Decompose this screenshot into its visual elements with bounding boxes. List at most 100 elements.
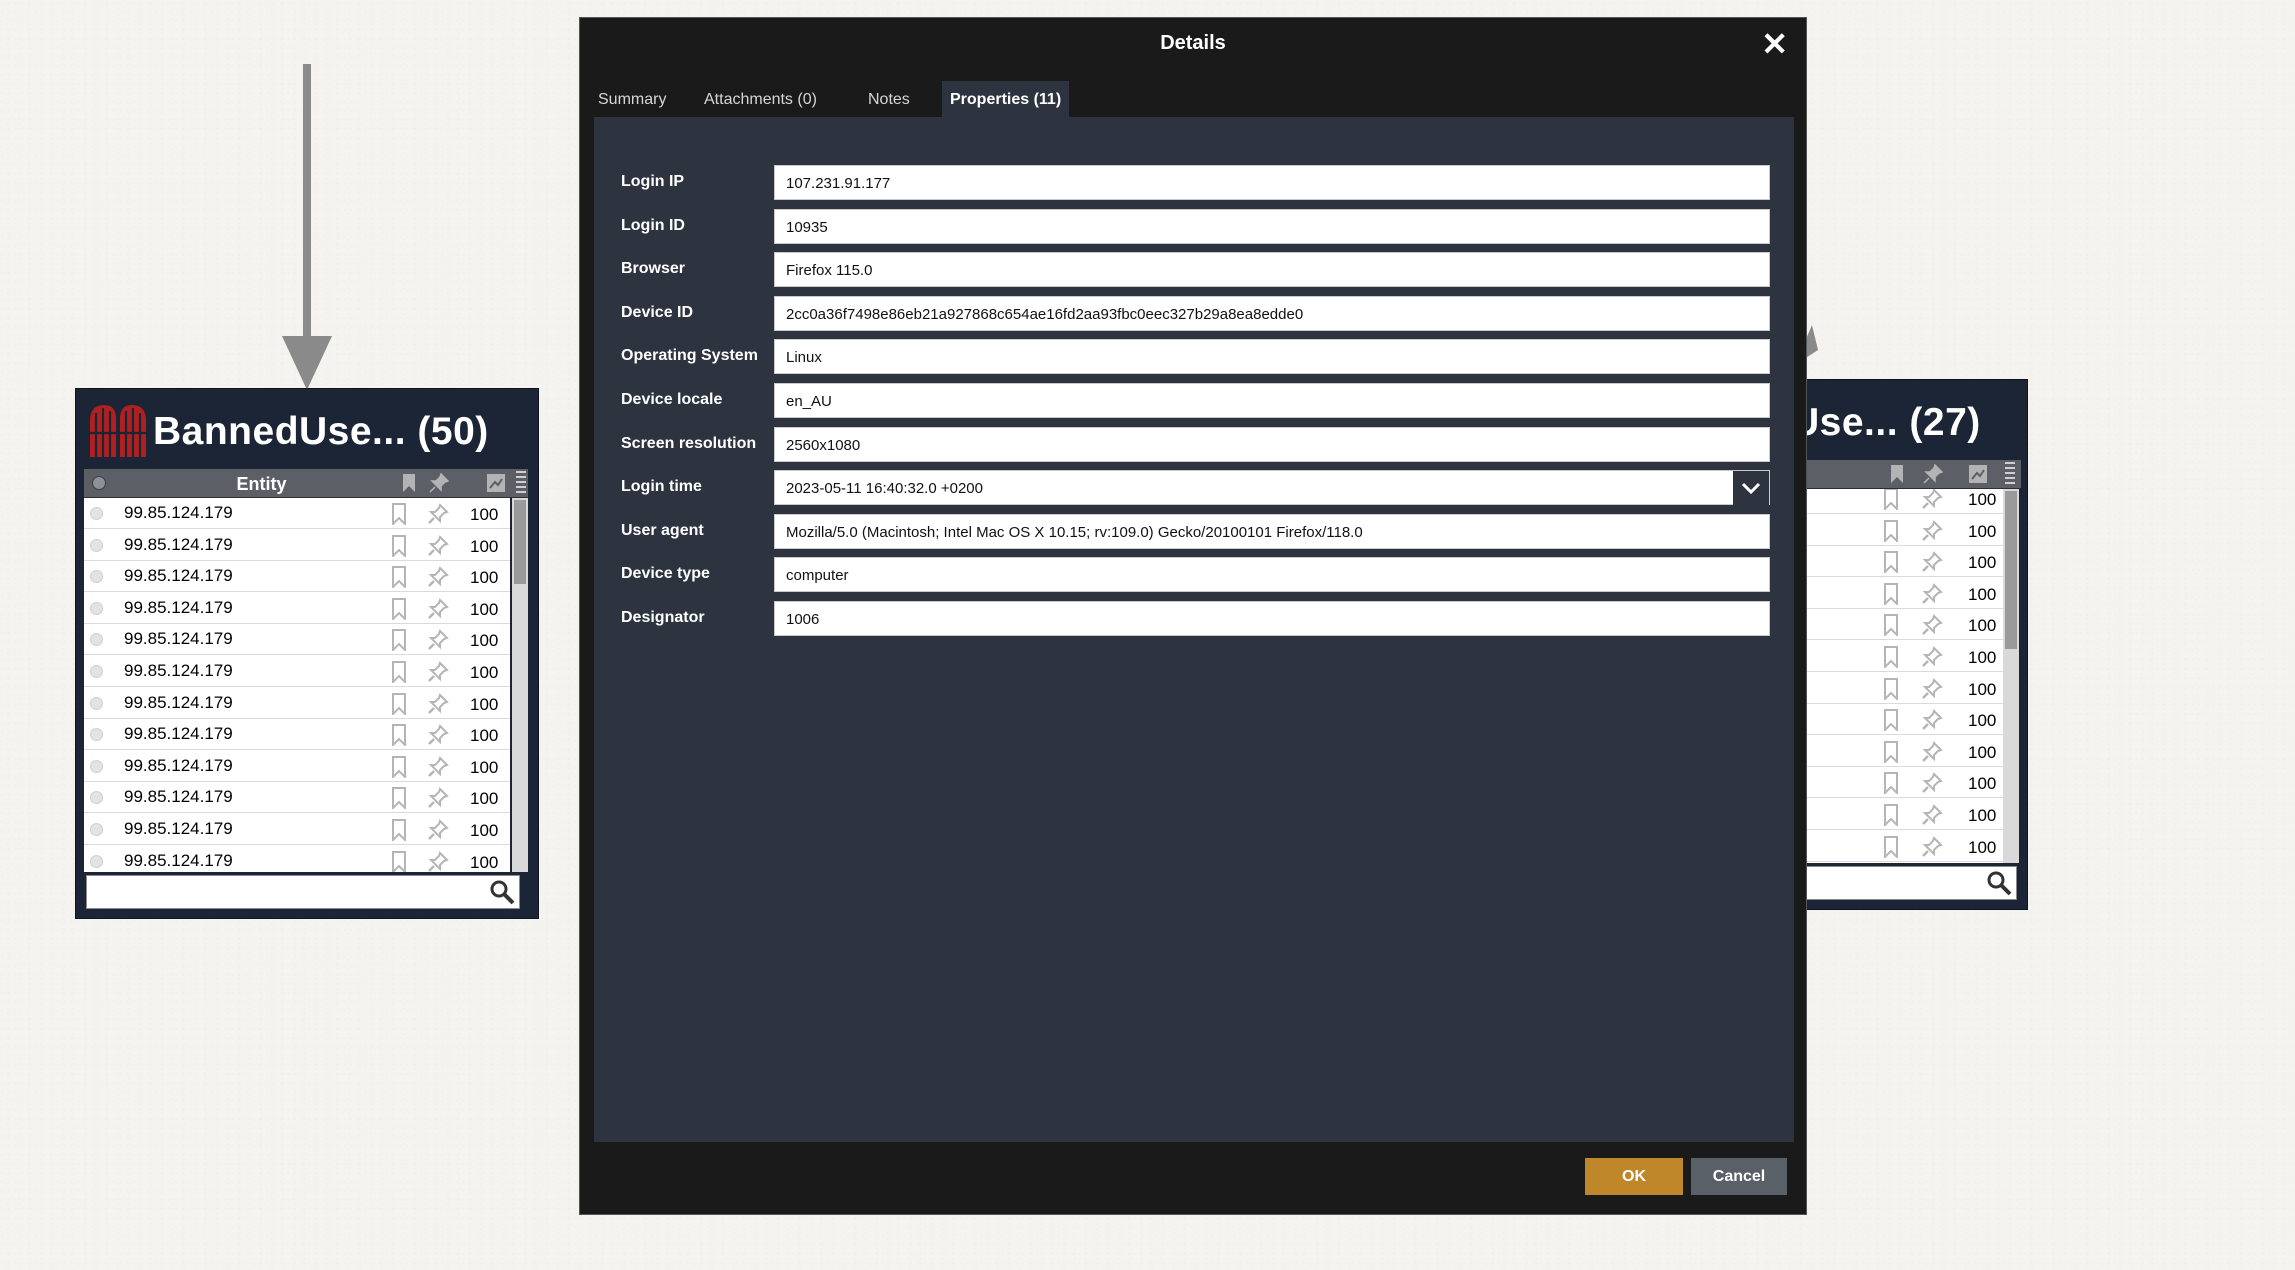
bookmark-icon[interactable] [391, 819, 407, 841]
table-row[interactable]: 99.85.124.179 100 [84, 561, 510, 593]
bookmark-icon[interactable] [1883, 709, 1899, 732]
bookmark-icon[interactable] [1883, 740, 1899, 763]
bookmark-icon[interactable] [391, 692, 407, 715]
row-select-radio[interactable] [90, 854, 103, 868]
row-select-radio[interactable] [90, 570, 103, 584]
pin-icon[interactable] [1921, 646, 1943, 668]
row-select-radio[interactable] [90, 665, 103, 678]
table-row[interactable]: 100 [1791, 736, 2003, 767]
table-row[interactable]: 100 [1791, 641, 2003, 672]
table-row[interactable]: 100 [1791, 489, 2003, 514]
bookmark-icon[interactable] [391, 503, 407, 525]
scrollbar-thumb[interactable] [2005, 491, 2017, 649]
pin-icon[interactable] [427, 629, 449, 651]
bookmark-icon[interactable] [391, 724, 407, 747]
pin-icon[interactable] [427, 503, 449, 525]
pin-icon[interactable] [1921, 551, 1943, 573]
bookmark-icon[interactable] [1883, 772, 1899, 795]
pin-icon[interactable] [427, 787, 449, 809]
pin-icon[interactable] [427, 819, 449, 841]
property-value-field[interactable]: Linux [774, 339, 1770, 375]
column-header-entity[interactable]: Entity [124, 469, 399, 499]
table-row[interactable]: 100 [1791, 799, 2003, 830]
table-row[interactable]: 100 [1791, 578, 2003, 609]
bookmark-icon[interactable] [1883, 582, 1899, 605]
property-value-field[interactable]: computer [774, 557, 1770, 593]
table-row[interactable]: 99.85.124.179 100 [84, 624, 510, 656]
pin-icon[interactable] [427, 566, 449, 588]
search-input[interactable] [1791, 866, 2017, 900]
search-icon[interactable] [1986, 870, 2012, 896]
bookmark-icon[interactable] [391, 566, 407, 589]
table-row[interactable]: 100 [1791, 609, 2003, 641]
pin-icon[interactable] [1921, 519, 1943, 542]
pin-icon[interactable] [427, 661, 449, 683]
pin-icon[interactable] [1921, 772, 1943, 794]
table-row[interactable]: 100 [1791, 515, 2003, 546]
entity-panel-banned-users[interactable]: BannedUse... (50) Entity 99.85.124.179 10… [75, 388, 539, 919]
pin-icon[interactable] [1921, 614, 1943, 636]
pin-icon[interactable] [427, 850, 449, 872]
chevron-down-icon[interactable] [1733, 471, 1769, 507]
tab-summary[interactable]: Summary [590, 81, 674, 117]
bookmark-icon[interactable] [1883, 677, 1899, 700]
cancel-button[interactable]: Cancel [1691, 1158, 1787, 1195]
row-select-radio[interactable] [90, 791, 103, 805]
bookmark-icon[interactable] [391, 787, 407, 810]
pin-column-icon[interactable] [1923, 464, 1943, 484]
bookmark-column-icon[interactable] [399, 473, 419, 493]
property-value-field[interactable]: 107.231.91.177 [774, 165, 1770, 200]
property-value-field[interactable]: 2560x1080 [774, 426, 1770, 462]
bookmark-icon[interactable] [391, 534, 407, 557]
table-row[interactable]: 100 [1791, 831, 2003, 862]
bookmark-icon[interactable] [1883, 519, 1899, 542]
table-row[interactable]: 100 [1791, 673, 2003, 704]
select-all-radio[interactable] [92, 476, 106, 490]
entity-list[interactable]: 100 100 100 100 100 100 100 100 100 100 100 100 [1791, 489, 2003, 863]
table-row[interactable]: 99.85.124.179 100 [84, 719, 510, 751]
row-select-radio[interactable] [90, 728, 103, 742]
pin-icon[interactable] [1921, 835, 1943, 858]
tab-notes[interactable]: Notes [860, 81, 918, 117]
pin-icon[interactable] [427, 597, 449, 620]
table-row[interactable]: 100 [1791, 767, 2003, 799]
tab-attachments[interactable]: Attachments (0) [696, 81, 825, 117]
pin-icon[interactable] [1921, 677, 1943, 700]
tab-properties[interactable]: Properties (11) [942, 81, 1070, 117]
bookmark-icon[interactable] [391, 850, 407, 872]
entity-panel-right[interactable]: Use... (27) 100 100 100 100 100 100 100 100 100 1… [1790, 379, 2028, 910]
property-value-field[interactable]: 10935 [774, 208, 1770, 244]
property-value-field[interactable]: 2023-05-11 16:40:32.0 +0200 [774, 470, 1770, 507]
property-value-field[interactable]: en_AU [774, 383, 1770, 418]
bookmark-icon[interactable] [1883, 551, 1899, 574]
bookmark-icon[interactable] [1883, 614, 1899, 637]
table-row[interactable]: 99.85.124.179 100 [84, 498, 510, 529]
search-input[interactable] [86, 875, 520, 909]
bookmark-icon[interactable] [1883, 646, 1899, 668]
bookmark-icon[interactable] [1883, 835, 1899, 858]
pin-icon[interactable] [1921, 740, 1943, 763]
pin-icon[interactable] [1921, 804, 1943, 826]
scrollbar-thumb[interactable] [514, 500, 526, 584]
property-value-field[interactable]: Firefox 115.0 [774, 252, 1770, 288]
row-select-radio[interactable] [90, 633, 103, 647]
table-row[interactable]: 99.85.124.179 100 [84, 814, 510, 845]
column-resize-handle[interactable] [2005, 462, 2015, 486]
row-select-radio[interactable] [90, 759, 103, 773]
property-value-field[interactable]: 1006 [774, 601, 1770, 636]
ok-button[interactable]: OK [1585, 1158, 1683, 1195]
pin-icon[interactable] [1921, 709, 1943, 731]
table-row[interactable]: 99.85.124.179 100 [84, 530, 510, 561]
column-resize-handle[interactable] [516, 471, 526, 495]
table-row[interactable]: 100 [1791, 704, 2003, 736]
close-icon[interactable]: ✕ [1761, 28, 1788, 60]
bookmark-icon[interactable] [1883, 489, 1899, 510]
score-column-icon[interactable] [486, 473, 506, 493]
table-row[interactable]: 99.85.124.179 100 [84, 593, 510, 624]
entity-list[interactable]: 99.85.124.179 100 99.85.124.179 100 99.85.12… [84, 498, 510, 872]
bookmark-column-icon[interactable] [1887, 464, 1907, 484]
bookmark-icon[interactable] [391, 597, 407, 620]
table-row[interactable]: 99.85.124.179 100 [84, 751, 510, 782]
pin-icon[interactable] [1921, 582, 1943, 605]
score-column-icon[interactable] [1968, 464, 1988, 484]
